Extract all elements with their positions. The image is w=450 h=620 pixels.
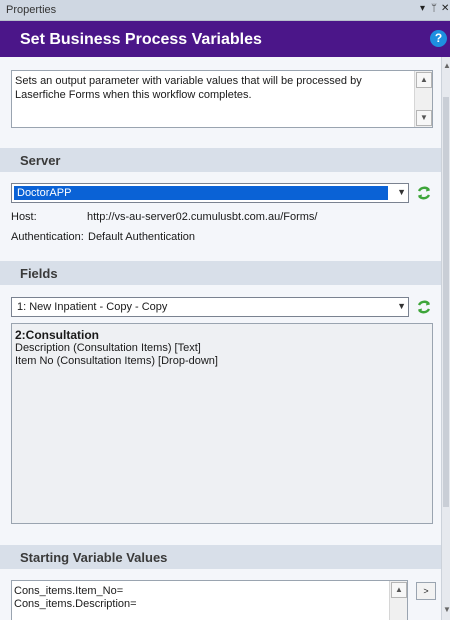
server-select[interactable]: DoctorAPP ▼	[11, 183, 409, 203]
chevron-down-icon[interactable]: ▼	[397, 187, 406, 197]
chevron-down-icon[interactable]: ▼	[397, 301, 406, 311]
panel-scrollbar[interactable]: ▲ ▼	[441, 57, 450, 620]
help-icon[interactable]: ?	[430, 30, 447, 47]
value-line: Cons_items.Item_No=	[14, 585, 124, 597]
list-item[interactable]: Item No (Consultation Items) [Drop-down]	[15, 355, 218, 367]
starting-values-section-label: Starting Variable Values	[20, 550, 168, 565]
scroll-up-icon[interactable]: ▲	[391, 582, 407, 598]
refresh-icon[interactable]	[416, 299, 432, 315]
server-section-label: Server	[20, 153, 61, 168]
description-scrollbar[interactable]: ▲ ▼	[414, 71, 432, 127]
starting-values-editor[interactable]: Cons_items.Item_No= Cons_items.Descripti…	[11, 580, 408, 620]
scroll-down-icon[interactable]: ▼	[416, 110, 432, 126]
fields-section-label: Fields	[20, 266, 58, 281]
server-section-header: Server	[0, 148, 441, 172]
activity-header: Set Business Process Variables ?	[0, 21, 450, 57]
scroll-up-icon[interactable]: ▲	[416, 72, 432, 88]
scroll-thumb[interactable]	[443, 97, 449, 507]
authentication-value: Default Authentication	[88, 231, 196, 243]
scroll-up-icon[interactable]: ▲	[443, 61, 450, 70]
panel-title: Properties	[6, 4, 57, 16]
starting-values-section-header: Starting Variable Values	[0, 545, 441, 569]
field-group-title: 2:Consultation	[15, 328, 99, 342]
panel-dropdown-icon[interactable]: ▾	[420, 3, 425, 15]
fields-list[interactable]: 2:Consultation Description (Consultation…	[11, 323, 433, 524]
form-select[interactable]: 1: New Inpatient - Copy - Copy ▼	[11, 297, 409, 317]
values-scrollbar[interactable]: ▲	[389, 581, 407, 620]
server-selected-value: DoctorAPP	[14, 186, 388, 200]
fields-section-header: Fields	[0, 261, 441, 285]
description-text: Sets an output parameter with variable v…	[15, 75, 362, 101]
insert-token-button[interactable]: >	[416, 582, 436, 600]
list-item[interactable]: Description (Consultation Items) [Text]	[15, 342, 201, 354]
activity-title: Set Business Process Variables	[20, 31, 262, 48]
description-box[interactable]: Sets an output parameter with variable v…	[11, 70, 433, 128]
host-label: Host:	[11, 211, 37, 223]
refresh-icon[interactable]	[416, 185, 432, 201]
host-value: http://vs-au-server02.cumulusbt.com.au/F…	[87, 211, 318, 223]
value-line: Cons_items.Description=	[14, 598, 137, 610]
panel-titlebar: Properties ▾ ᛘ ✕	[0, 0, 450, 21]
close-icon[interactable]: ✕	[441, 3, 449, 15]
scroll-down-icon[interactable]: ▼	[443, 605, 450, 614]
form-selected-value: 1: New Inpatient - Copy - Copy	[17, 301, 168, 313]
authentication-label: Authentication:	[11, 231, 84, 243]
pin-icon[interactable]: ᛘ	[431, 3, 437, 15]
